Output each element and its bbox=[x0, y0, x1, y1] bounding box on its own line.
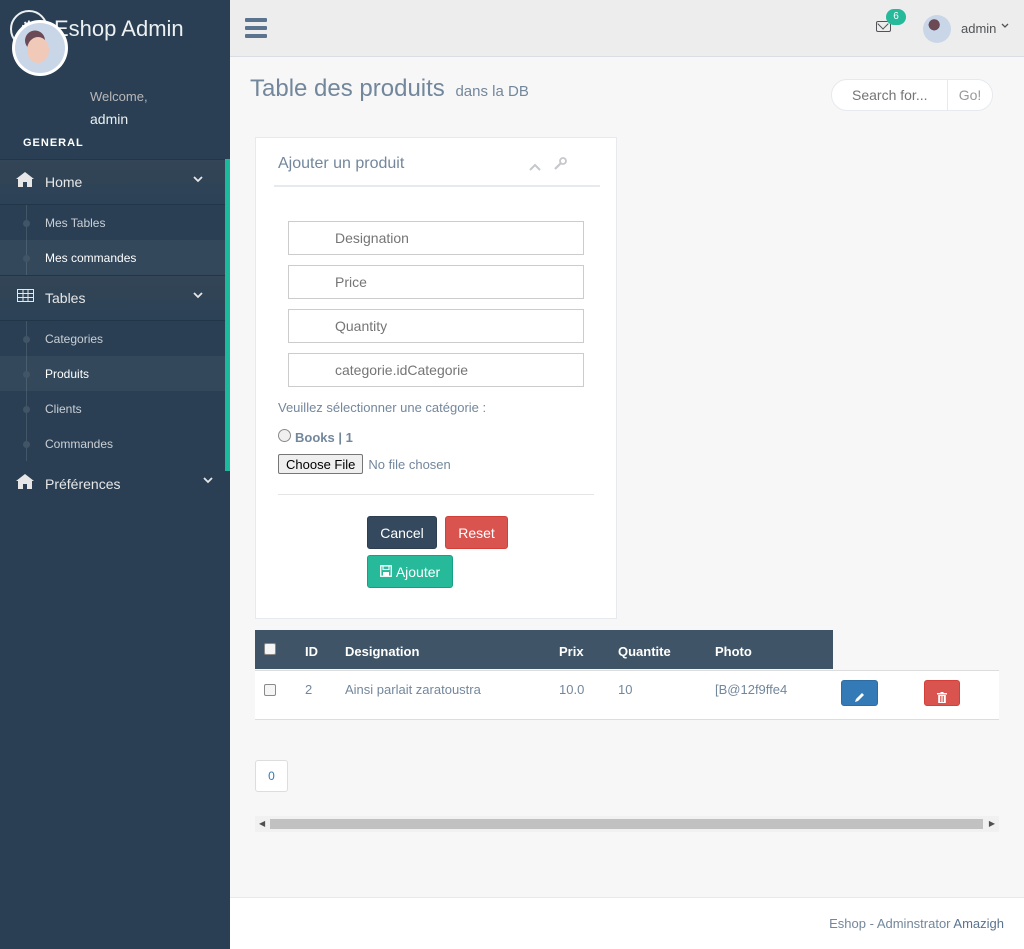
quantity-field[interactable] bbox=[288, 309, 584, 343]
page-title: Table des produits dans la DB bbox=[250, 75, 529, 103]
sidebar-item-produits[interactable]: Produits bbox=[0, 356, 225, 391]
save-icon bbox=[379, 564, 392, 580]
home-icon bbox=[15, 474, 35, 494]
active-menu-indicator bbox=[225, 159, 230, 471]
form-divider bbox=[278, 494, 594, 495]
edit-button[interactable] bbox=[841, 680, 878, 706]
home-submenu: Mes Tables Mes commandes bbox=[0, 205, 225, 275]
column-header-id: ID bbox=[305, 644, 318, 659]
tables-submenu: Categories Produits Clients Commandes bbox=[0, 321, 225, 461]
pencil-icon bbox=[854, 692, 865, 706]
sidebar-item-label: Home bbox=[45, 174, 83, 190]
file-upload: Choose File No file chosen bbox=[278, 454, 451, 474]
mail-count-badge: 6 bbox=[886, 9, 906, 25]
search-group: Go! bbox=[831, 79, 993, 111]
sidebar-item-clients[interactable]: Clients bbox=[0, 391, 225, 426]
designation-field[interactable] bbox=[288, 221, 584, 255]
category-option-label: Books | 1 bbox=[295, 430, 353, 445]
panel-divider bbox=[274, 185, 600, 187]
table-header: ID Designation Prix Quantite Photo bbox=[255, 630, 833, 669]
column-header-prix: Prix bbox=[559, 644, 584, 659]
sidebar-item-home[interactable]: Home bbox=[0, 159, 225, 205]
pagination-page[interactable]: 0 bbox=[255, 760, 288, 792]
scroll-thumb[interactable] bbox=[270, 819, 983, 829]
avatar bbox=[12, 20, 68, 76]
sidebar: ⚙ Eshop Admin Welcome, admin GENERAL Hom… bbox=[0, 0, 230, 949]
footer-text: Eshop - Adminstrator Amazigh bbox=[829, 916, 1004, 931]
choose-file-button[interactable]: Choose File bbox=[278, 454, 364, 474]
sidebar-item-label: Tables bbox=[45, 290, 86, 306]
column-header-quantite: Quantite bbox=[618, 644, 671, 659]
category-id-field[interactable] bbox=[288, 353, 584, 387]
search-input[interactable] bbox=[832, 80, 947, 110]
footer-prefix: Eshop - Adminstrator bbox=[829, 916, 951, 931]
category-radio[interactable] bbox=[278, 429, 291, 442]
row-checkbox[interactable] bbox=[264, 684, 276, 696]
side-menu: Home Mes Tables Mes commandes Tables Cat… bbox=[0, 159, 230, 507]
sidebar-item-commandes[interactable]: Commandes bbox=[0, 426, 225, 461]
footer: Eshop - Adminstrator Amazigh bbox=[230, 897, 1024, 949]
table-icon bbox=[15, 289, 35, 307]
horizontal-scrollbar[interactable]: ◀ ▶ bbox=[255, 816, 999, 832]
cancel-button[interactable]: Cancel bbox=[367, 516, 437, 549]
cell-designation: Ainsi parlait zaratoustra bbox=[345, 682, 481, 697]
add-product-button[interactable]: Ajouter bbox=[367, 555, 453, 588]
category-prompt: Veuillez sélectionner une catégorie : bbox=[278, 400, 487, 415]
search-button[interactable]: Go! bbox=[947, 80, 992, 110]
cell-prix: 10.0 bbox=[559, 682, 585, 697]
profile-name: admin bbox=[90, 111, 129, 127]
table-row: 2 Ainsi parlait zaratoustra 10.0 10 [B@1… bbox=[255, 670, 999, 720]
scroll-left-arrow[interactable]: ◀ bbox=[259, 819, 265, 828]
cell-quantite: 10 bbox=[618, 682, 633, 697]
wrench-icon[interactable] bbox=[553, 157, 567, 174]
sidebar-item-mes-tables[interactable]: Mes Tables bbox=[0, 205, 225, 240]
category-option[interactable]: Books | 1 bbox=[278, 429, 353, 445]
welcome-text: Welcome, bbox=[90, 89, 148, 104]
scroll-right-arrow[interactable]: ▶ bbox=[989, 819, 995, 828]
sidebar-item-categories[interactable]: Categories bbox=[0, 321, 225, 356]
top-nav: 6 admin bbox=[230, 0, 1024, 57]
chevron-down-icon bbox=[193, 290, 203, 302]
user-menu[interactable]: admin bbox=[961, 21, 996, 36]
section-title: GENERAL bbox=[23, 137, 84, 149]
price-field[interactable] bbox=[288, 265, 584, 299]
chevron-down-icon bbox=[203, 475, 213, 487]
select-all-checkbox[interactable] bbox=[264, 643, 276, 655]
page-title-text: Table des produits bbox=[250, 75, 445, 102]
collapse-icon[interactable] bbox=[529, 158, 545, 174]
page-subtitle: dans la DB bbox=[455, 83, 529, 100]
cell-photo: [B@12f9ffe4 bbox=[715, 682, 788, 697]
sidebar-item-label: Préférences bbox=[45, 476, 121, 492]
column-header-photo: Photo bbox=[715, 644, 752, 659]
cell-id: 2 bbox=[305, 682, 313, 697]
column-header-designation: Designation bbox=[345, 644, 420, 659]
add-product-label: Ajouter bbox=[395, 563, 441, 580]
sidebar-item-tables[interactable]: Tables bbox=[0, 275, 225, 321]
reset-button[interactable]: Reset bbox=[445, 516, 508, 549]
menu-toggle-icon[interactable] bbox=[245, 18, 267, 42]
trash-icon bbox=[937, 692, 947, 706]
footer-author-link[interactable]: Amazigh bbox=[953, 916, 1004, 931]
delete-button[interactable] bbox=[924, 680, 960, 706]
panel-tools bbox=[529, 157, 575, 174]
chevron-down-icon[interactable] bbox=[1001, 21, 1009, 31]
panel-title: Ajouter un produit bbox=[278, 155, 405, 172]
sidebar-item-preferences[interactable]: Préférences bbox=[0, 461, 230, 507]
user-avatar[interactable] bbox=[923, 15, 951, 43]
brand-title: Eshop Admin bbox=[54, 15, 184, 41]
home-icon bbox=[15, 172, 35, 192]
add-product-panel: Ajouter un produit Veuillez sélectionner… bbox=[255, 137, 617, 619]
chevron-down-icon bbox=[193, 174, 203, 186]
file-status: No file chosen bbox=[368, 456, 451, 472]
sidebar-item-mes-commandes[interactable]: Mes commandes bbox=[0, 240, 225, 275]
